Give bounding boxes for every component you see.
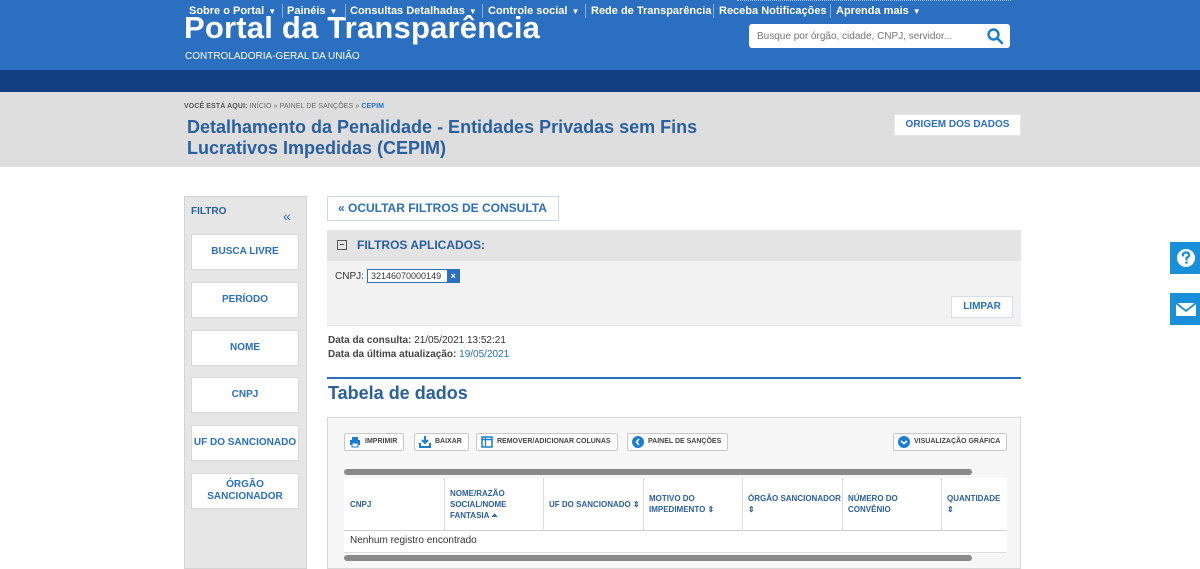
search-input[interactable] [757, 28, 977, 44]
download-button[interactable]: BAIXAR [414, 433, 469, 451]
nav-paineis[interactable]: Painéis ▼ [287, 0, 337, 22]
breadcrumb-home[interactable]: INÍCIO [250, 103, 272, 110]
breadcrumb: VOCÊ ESTÁ AQUI: INÍCIO » PAINEL DE SANÇÕ… [184, 103, 384, 110]
painel-sancoes-label: PAINEL DE SANÇÕES [648, 438, 722, 445]
col-header-convenio[interactable]: NÚMERO DO CONVÊNIO [842, 478, 941, 530]
nav-divider [345, 4, 346, 18]
nav-receba-notificacoes[interactable]: Receba Notificações [719, 0, 827, 22]
nav-controle-social[interactable]: Controle social ▼ [488, 0, 579, 22]
chevron-down-icon: ▼ [571, 7, 580, 16]
origem-dos-dados-button[interactable]: ORIGEM DOS DADOS [894, 114, 1021, 136]
applied-filters-title: FILTROS APLICADOS: [357, 238, 485, 252]
breadcrumb-label: VOCÊ ESTÁ AQUI: [184, 103, 248, 110]
breadcrumb-separator: » [273, 103, 278, 110]
filter-nome[interactable]: NOME [191, 330, 299, 366]
filter-uf-do-sancionado[interactable]: UF DO SANCIONADO [191, 425, 299, 461]
visualizacao-grafica-label: VISUALIZAÇÃO GRÁFICA [914, 438, 1001, 445]
columns-label: REMOVER/ADICIONAR COLUNAS [497, 438, 611, 445]
horizontal-scrollbar-bottom[interactable] [344, 555, 972, 561]
print-button[interactable]: IMPRIMIR [344, 433, 405, 451]
empty-table-message: Nenhum registro encontrado [350, 535, 477, 546]
section-divider [327, 377, 1021, 379]
chevron-down-icon: ▼ [329, 7, 338, 16]
cnpj-filter-chip: 32146070000149 × [367, 269, 461, 283]
data-consulta: Data da consulta: 21/05/2021 13:52:21 [328, 335, 506, 346]
col-header-motivo[interactable]: MOTIVO DO IMPEDIMENTO ⇕ [643, 478, 742, 530]
applied-filters-header[interactable]: FILTROS APLICADOS: [327, 230, 1021, 261]
breadcrumb-separator: » [355, 103, 360, 110]
col-header-nome[interactable]: NOME/RAZÃO SOCIAL/NOME FANTASIA ⏶ [444, 478, 543, 530]
print-label: IMPRIMIR [365, 438, 398, 445]
nav-divider [830, 4, 831, 18]
chevron-down-icon: ▼ [268, 7, 277, 16]
contact-button[interactable] [1168, 291, 1200, 327]
data-atualizacao-value: 19/05/2021 [459, 349, 510, 360]
visualizacao-grafica-button[interactable]: VISUALIZAÇÃO GRÁFICA [893, 433, 1008, 451]
col-header-uf[interactable]: UF DO SANCIONADO ⇕ [543, 478, 643, 530]
chevron-down-icon: ▼ [468, 7, 477, 16]
header-divider [344, 530, 1007, 531]
sidebar-title: FILTRO [191, 206, 227, 217]
help-button[interactable] [1168, 240, 1200, 276]
col-header-orgao[interactable]: ÓRGÃO SANCIONADOR ⇕ [742, 478, 842, 530]
question-icon [1177, 249, 1195, 267]
chevron-down-circle-icon [898, 436, 910, 448]
site-subtitle: CONTROLADORIA-GERAL DA UNIÃO [185, 51, 360, 62]
nav-consultas-detalhadas[interactable]: Consultas Detalhadas ▼ [350, 0, 477, 22]
nav-aprenda-mais[interactable]: Aprenda mais ▼ [836, 0, 921, 22]
nav-rede-de-transparencia[interactable]: Rede de Transparência [591, 0, 711, 22]
search-box [749, 24, 1010, 48]
horizontal-scrollbar-top[interactable] [344, 469, 972, 475]
main-nav [0, 70, 1200, 92]
chevron-left-circle-icon [632, 436, 644, 448]
cnpj-filter-value: 32146070000149 [371, 271, 442, 281]
col-header-quantidade[interactable]: QUANTIDADE ⇕ [941, 478, 1007, 530]
row-divider [344, 552, 1007, 553]
download-label: BAIXAR [435, 438, 462, 445]
double-chevron-left-icon[interactable]: « [283, 209, 291, 223]
columns-button[interactable]: REMOVER/ADICIONAR COLUNAS [476, 433, 618, 451]
chevron-down-icon: ▼ [912, 7, 921, 16]
col-header-cnpj[interactable]: CNPJ [344, 478, 444, 530]
filter-sidebar: FILTRO « BUSCA LIVRE PERÍODO NOME CNPJ U… [184, 196, 307, 569]
applied-filters-body: CNPJ: 32146070000149 × LIMPAR [327, 261, 1021, 326]
page-title: Detalhamento da Penalidade - Entidades P… [187, 117, 698, 158]
data-table: CNPJ NOME/RAZÃO SOCIAL/NOME FANTASIA ⏶ U… [344, 478, 1007, 554]
data-atualizacao-label: Data da última atualização: [328, 349, 457, 360]
hide-filters-button[interactable]: « OCULTAR FILTROS DE CONSULTA [327, 196, 559, 221]
filter-periodo[interactable]: PERÍODO [191, 282, 299, 318]
nav-divider [585, 4, 586, 18]
data-consulta-label: Data da consulta: [328, 335, 412, 346]
data-table-panel: IMPRIMIR BAIXAR REMOVER/ADICIONAR COLUNA… [327, 417, 1021, 569]
collapse-minus-icon[interactable] [337, 240, 347, 250]
cnpj-filter-label: CNPJ: [335, 271, 364, 282]
table-title: Tabela de dados [328, 383, 468, 403]
filter-orgao-sancionador[interactable]: ÓRGÃO SANCIONADOR [191, 473, 299, 509]
breadcrumb-painel-sancoes[interactable]: PAINEL DE SANÇÕES [280, 103, 354, 110]
printer-icon [350, 437, 360, 448]
envelope-icon [1175, 302, 1197, 316]
filter-busca-livre[interactable]: BUSCA LIVRE [191, 234, 299, 270]
data-consulta-value: 21/05/2021 13:52:21 [414, 335, 506, 346]
nav-divider [482, 4, 483, 18]
limpar-button[interactable]: LIMPAR [951, 296, 1013, 318]
columns-icon [481, 436, 493, 448]
remove-icon[interactable]: × [447, 270, 460, 282]
data-atualizacao: Data da última atualização: 19/05/2021 [328, 349, 509, 360]
nav-sobre-o-portal[interactable]: Sobre o Portal ▼ [189, 0, 276, 22]
painel-sancoes-button[interactable]: PAINEL DE SANÇÕES [627, 433, 729, 451]
filter-cnpj[interactable]: CNPJ [191, 377, 299, 413]
search-icon[interactable] [986, 27, 1004, 45]
download-icon [419, 436, 431, 448]
nav-divider [282, 4, 283, 18]
nav-divider [713, 4, 714, 18]
breadcrumb-current: CEPIM [361, 103, 385, 110]
